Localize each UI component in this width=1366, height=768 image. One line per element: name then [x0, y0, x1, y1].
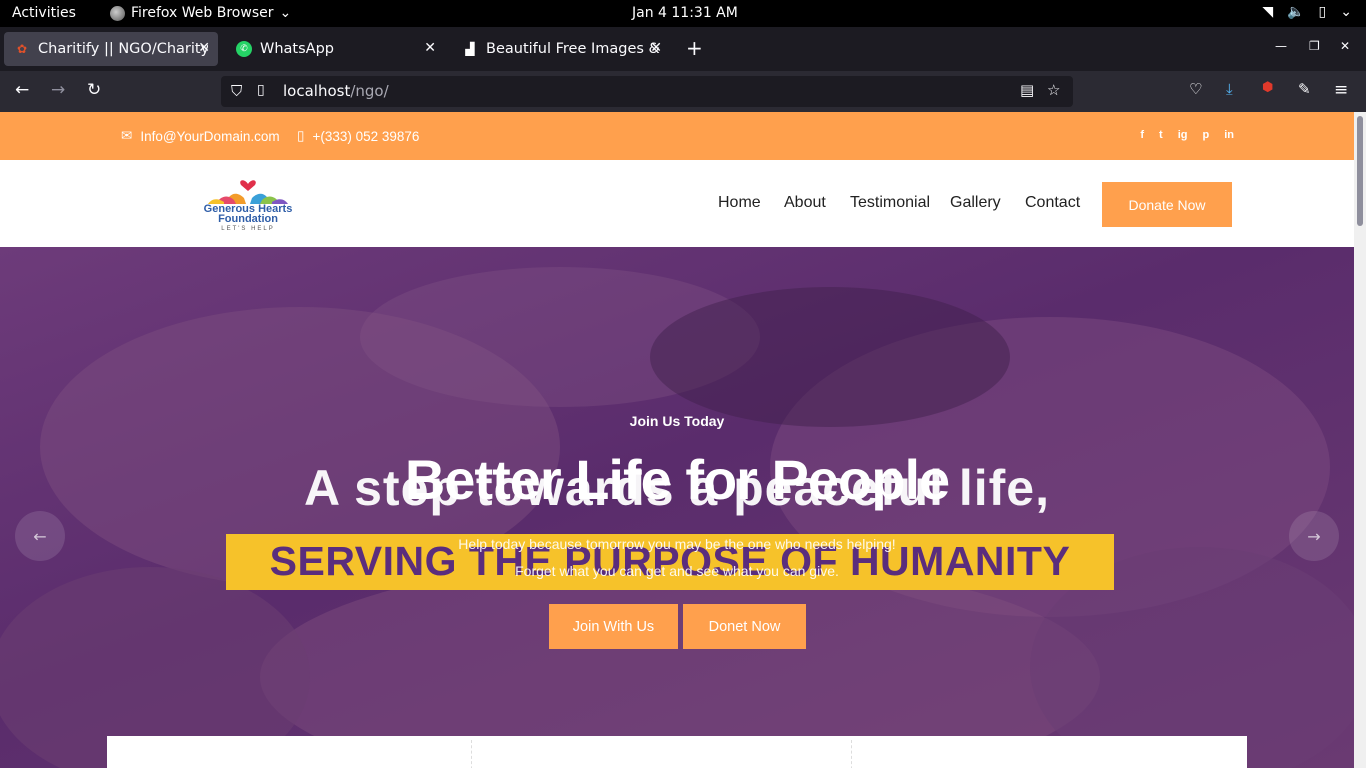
hero-subtitle-1: Help today because tomorrow you may be t… [458, 536, 896, 552]
url-host: localhost [283, 82, 351, 100]
mobile-phone-icon: ▯ [297, 128, 305, 143]
feature-cards-strip [107, 736, 1247, 768]
close-window-button[interactable]: ✕ [1340, 39, 1350, 53]
nav-gallery[interactable]: Gallery [950, 194, 1001, 212]
app-name: Firefox Web Browser [131, 5, 274, 21]
slider-next-arrow-icon[interactable]: → [1289, 511, 1339, 561]
tab-whatsapp[interactable]: ✆ WhatsApp ✕ [226, 32, 444, 66]
scrollbar-thumb[interactable] [1357, 116, 1363, 226]
hero-subtitle-2: Forget what you can get and see what you… [515, 563, 839, 579]
tab-pexels[interactable]: ▟ Beautiful Free Images & P ✕ [452, 32, 670, 66]
url-bar[interactable]: ⛉ ▯ localhost/ngo/ ▤ ☆ [221, 76, 1073, 107]
phone-text[interactable]: +(333) 052 39876 [312, 129, 419, 144]
instagram-icon[interactable]: ig [1178, 129, 1188, 141]
charity-favicon-icon: ✿ [16, 42, 28, 56]
nav-testimonial[interactable]: Testimonial [850, 194, 930, 212]
web-page: ✉ Info@YourDomain.com ▯ +(333) 052 39876… [0, 112, 1354, 768]
slider-prev-arrow-icon[interactable]: ← [15, 511, 65, 561]
chevron-down-icon: ⌄ [279, 5, 292, 21]
donate-now-button[interactable]: Donate Now [1102, 182, 1232, 227]
tab-title: WhatsApp [260, 41, 334, 57]
close-tab-icon[interactable]: ✕ [650, 40, 662, 56]
forward-arrow-icon[interactable]: → [51, 80, 65, 100]
join-with-us-button[interactable]: Join With Us [549, 604, 678, 649]
tab-title: Beautiful Free Images & P [486, 41, 660, 57]
system-top-bar: Activities Firefox Web Browser ⌄ Jan 4 1… [0, 0, 1366, 27]
activities-button[interactable]: Activities [12, 5, 76, 21]
navigation-toolbar: ← → ↻ ⛉ ▯ localhost/ngo/ ▤ ☆ ♡ ⤓ ⬢ ✎ ≡ [0, 71, 1366, 112]
nav-home[interactable]: Home [718, 194, 761, 212]
maximize-button[interactable]: ❐ [1309, 39, 1320, 53]
hero-title: Better Life for People [404, 448, 950, 511]
system-tray[interactable]: ◥ 🔈 ▯ ⌄ [1262, 4, 1352, 20]
back-arrow-icon[interactable]: ← [15, 80, 29, 100]
minimize-button[interactable]: — [1275, 39, 1287, 53]
volume-icon: 🔈 [1287, 4, 1305, 20]
envelope-icon: ✉ [121, 128, 133, 143]
reload-icon[interactable]: ↻ [87, 80, 101, 100]
donate-now-hero-button[interactable]: Donet Now [683, 604, 806, 649]
social-links: f t ig p in [1140, 129, 1234, 141]
shield-icon[interactable]: ⛉ [231, 82, 242, 100]
page-info-icon[interactable]: ▯ [257, 82, 265, 98]
url-text[interactable]: localhost/ngo/ [283, 82, 389, 100]
reader-view-icon[interactable]: ▤ [1020, 81, 1034, 99]
adblock-shield-icon[interactable]: ⬢ [1262, 80, 1273, 95]
downloads-icon[interactable]: ⤓ [1226, 80, 1233, 98]
site-header: Generous Hearts Foundation LET'S HELP Ho… [0, 160, 1354, 247]
whatsapp-favicon-icon: ✆ [236, 41, 252, 57]
tab-strip: ✿ Charitify || NGO/Charity/H ✕ ✆ WhatsAp… [0, 27, 1366, 71]
new-tab-button[interactable]: + [686, 36, 703, 60]
pinterest-icon[interactable]: p [1202, 129, 1209, 141]
card-divider [471, 740, 472, 768]
facebook-icon[interactable]: f [1140, 129, 1144, 141]
close-tab-icon[interactable]: ✕ [198, 40, 210, 56]
bookmark-star-icon[interactable]: ☆ [1047, 81, 1060, 99]
email-item[interactable]: ✉ Info@YourDomain.com [121, 128, 280, 144]
linkedin-icon[interactable]: in [1224, 129, 1234, 141]
hero-slider: Join Us Today A step towards a peaceful … [0, 247, 1354, 768]
twitter-icon[interactable]: t [1159, 129, 1163, 141]
close-tab-icon[interactable]: ✕ [424, 40, 436, 56]
hands-heart-logo-icon [208, 180, 288, 204]
extension-pen-icon[interactable]: ✎ [1298, 80, 1311, 98]
hamburger-menu-icon[interactable]: ≡ [1334, 80, 1348, 100]
clock[interactable]: Jan 4 11:31 AM [632, 5, 738, 21]
phone-item[interactable]: ▯ +(333) 052 39876 [297, 128, 419, 144]
email-text[interactable]: Info@YourDomain.com [140, 129, 279, 144]
power-menu-icon: ⌄ [1340, 4, 1352, 20]
battery-icon: ▯ [1318, 4, 1327, 20]
nav-about[interactable]: About [784, 194, 826, 212]
hero-tagline: Join Us Today [629, 413, 725, 429]
contact-topbar: ✉ Info@YourDomain.com ▯ +(333) 052 39876… [0, 112, 1354, 160]
site-logo[interactable]: Generous Hearts Foundation LET'S HELP [186, 176, 310, 234]
firefox-icon [110, 5, 125, 21]
page-scrollbar[interactable] [1354, 112, 1366, 768]
logo-text-line3: LET'S HELP [221, 226, 275, 232]
url-path: /ngo/ [350, 82, 389, 100]
images-favicon-icon: ▟ [465, 42, 475, 56]
card-divider [851, 740, 852, 768]
tab-charitify[interactable]: ✿ Charitify || NGO/Charity/H ✕ [4, 32, 218, 66]
app-menu[interactable]: Firefox Web Browser ⌄ [110, 5, 291, 21]
pocket-icon[interactable]: ♡ [1189, 80, 1202, 98]
nav-contact[interactable]: Contact [1025, 194, 1080, 212]
wifi-icon: ◥ [1262, 4, 1274, 20]
logo-text-line2: Foundation [218, 213, 278, 225]
tab-title: Charitify || NGO/Charity/H [38, 41, 208, 57]
